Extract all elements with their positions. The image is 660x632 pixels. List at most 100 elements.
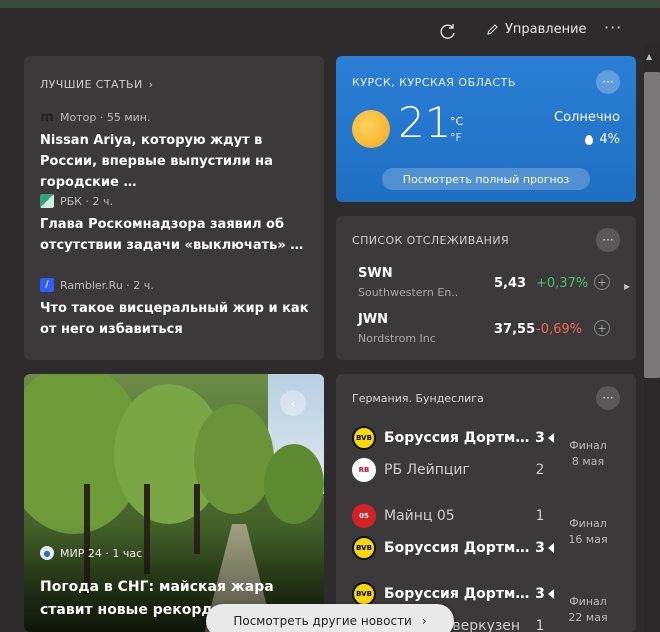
photo-news-source: ● МИР 24 · 1 час [40, 546, 142, 560]
rbl-crest-icon: RB [352, 458, 376, 482]
bvb-crest-icon: BVB [352, 426, 376, 450]
match-status-label: Финал [569, 517, 607, 530]
winner-arrow-icon [548, 543, 554, 553]
sports-more-button[interactable]: ··· [596, 386, 620, 410]
watchlist-title[interactable]: СПИСОК ОТСЛЕЖИВАНИЯ [352, 234, 509, 247]
match-status-label: Финал [569, 595, 607, 608]
article-item[interactable]: РБК · 2 ч. Глава Роскомнадзора заявил об… [40, 194, 312, 256]
team-score: 3 [535, 586, 545, 602]
weather-location[interactable]: КУРСК, КУРСКАЯ ОБЛАСТЬ [352, 76, 516, 89]
article-source: Мотор · 55 мин. [60, 110, 151, 124]
top-articles-card: ЛУЧШИЕ СТАТЬИ › m Мотор · 55 мин. Nissan… [24, 56, 324, 360]
manage-button[interactable]: Управление [486, 22, 587, 37]
article-headline[interactable]: Nissan Ariya, которую ждут в России, впе… [40, 130, 312, 193]
team-home: 05 Майнц 05 [352, 504, 552, 528]
add-stock-icon[interactable]: + [594, 320, 610, 336]
article-headline[interactable]: Что такое висцеральный жир и как от него… [40, 298, 312, 340]
sports-card: Германия. Бундеслига ··· BVB Боруссия До… [336, 374, 636, 632]
stock-symbol: SWN [358, 266, 393, 281]
match-status: Финал 8 мая [564, 438, 612, 470]
rbc-logo-icon [40, 194, 54, 208]
raindrop-icon [585, 134, 594, 145]
team-name: Боруссия Дортм… [384, 540, 530, 556]
chevron-right-icon: › [148, 78, 154, 91]
tree-image [194, 404, 274, 514]
team-home: BVB Боруссия Дортм… [352, 426, 552, 450]
team-name: Майнц 05 [384, 508, 455, 524]
precipitation-value: 4% [599, 132, 620, 147]
top-articles-label: ЛУЧШИЕ СТАТЬИ [40, 78, 143, 91]
photo-news-card[interactable]: ‹ ● МИР 24 · 1 час Погода в СНГ: майская… [24, 374, 324, 632]
article-item[interactable]: m Мотор · 55 мин. Nissan Ariya, которую … [40, 110, 312, 193]
winner-arrow-icon [548, 433, 554, 443]
team-score: 2 [535, 462, 545, 478]
unit-fahrenheit[interactable]: °F [450, 130, 463, 146]
chevron-right-icon: › [421, 614, 427, 628]
article-headline[interactable]: Глава Роскомнадзора заявил об отсутствии… [40, 214, 312, 256]
stock-name: Southwestern En... [358, 286, 458, 299]
match-date: 16 мая [568, 533, 608, 546]
temperature: 21 [398, 98, 452, 147]
unit-celsius[interactable]: °C [450, 114, 463, 130]
team-away: BVB Боруссия Дортм… [352, 536, 552, 560]
article-item[interactable]: / Rambler.Ru · 2 ч. Что такое висцеральн… [40, 278, 312, 340]
league-title[interactable]: Германия. Бундеслига [352, 392, 484, 405]
pencil-icon [487, 24, 498, 35]
refresh-button[interactable] [436, 20, 460, 44]
stock-row[interactable]: SWN Southwestern En... 5,43 +0,37% + [358, 266, 622, 306]
news-interests-panel: Управление ··· ЛУЧШИЕ СТАТЬИ › m Мотор ·… [0, 0, 660, 632]
bvb-crest-icon: BVB [352, 582, 376, 606]
photo-news-meta: МИР 24 · 1 час [60, 546, 143, 560]
panel-header: Управление ··· [0, 8, 660, 56]
mir24-logo-icon: ● [40, 546, 54, 560]
bvb-crest-icon: BVB [352, 536, 376, 560]
more-news-button[interactable]: Посмотреть другие новости › [206, 604, 454, 632]
caret-right-icon[interactable]: ▶ [624, 282, 630, 291]
team-score: 1 [535, 618, 545, 632]
precipitation: 4% [585, 132, 620, 147]
mainz-crest-icon: 05 [352, 504, 376, 528]
weather-more-button[interactable]: ··· [596, 70, 620, 94]
match-date: 8 мая [571, 455, 605, 468]
watchlist-more-button[interactable]: ··· [596, 228, 620, 252]
background-strip [0, 0, 660, 8]
winner-arrow-icon [548, 589, 554, 599]
weather-card[interactable]: КУРСК, КУРСКАЯ ОБЛАСТЬ ··· 21 °C °F Солн… [336, 56, 636, 202]
add-stock-icon[interactable]: + [594, 274, 610, 290]
team-score: 3 [535, 430, 545, 446]
stock-name: Nordstrom Inc [358, 332, 436, 345]
team-score: 3 [535, 540, 545, 556]
stock-row[interactable]: JWN Nordstrom Inc 37,55 -0,69% + [358, 312, 622, 352]
team-score: 1 [535, 508, 545, 524]
weather-condition: Солнечно [554, 110, 620, 125]
stock-symbol: JWN [358, 312, 389, 327]
rambler-logo-icon: / [40, 278, 54, 292]
team-away: RB РБ Лейпциг [352, 458, 552, 482]
manage-label: Управление [505, 22, 587, 37]
more-options-button[interactable]: ··· [604, 18, 622, 37]
stock-price: 5,43 [494, 276, 527, 291]
unit-toggle[interactable]: °C °F [450, 114, 463, 146]
team-name: РБ Лейпциг [384, 462, 470, 478]
sunny-icon [352, 110, 390, 148]
stock-change: +0,37% [536, 276, 589, 291]
article-source: Rambler.Ru · 2 ч. [60, 278, 154, 292]
article-source: РБК · 2 ч. [60, 194, 113, 208]
stock-change: -0,69% [536, 322, 582, 337]
more-news-label: Посмотреть другие новости [233, 614, 412, 628]
match-status-label: Финал [569, 439, 607, 452]
stock-price: 37,55 [494, 322, 536, 337]
scroll-up-arrow-icon[interactable]: ▲ [646, 52, 652, 61]
top-articles-title[interactable]: ЛУЧШИЕ СТАТЬИ › [40, 78, 153, 91]
tree-image [264, 444, 324, 524]
scrollbar-thumb[interactable] [644, 72, 660, 378]
motor-logo-icon: m [40, 109, 54, 125]
team-name: Боруссия Дортм… [384, 430, 530, 446]
full-forecast-button[interactable]: Посмотреть полный прогноз [382, 168, 590, 190]
watchlist-card: СПИСОК ОТСЛЕЖИВАНИЯ ··· SWN Southwestern… [336, 216, 636, 360]
refresh-icon [440, 24, 455, 39]
match-date: 22 мая [568, 611, 608, 624]
carousel-arrow-button[interactable]: ‹ [280, 390, 306, 416]
team-home: BVB Боруссия Дортм… [352, 582, 552, 606]
match-status: Финал 22 мая [564, 594, 612, 626]
